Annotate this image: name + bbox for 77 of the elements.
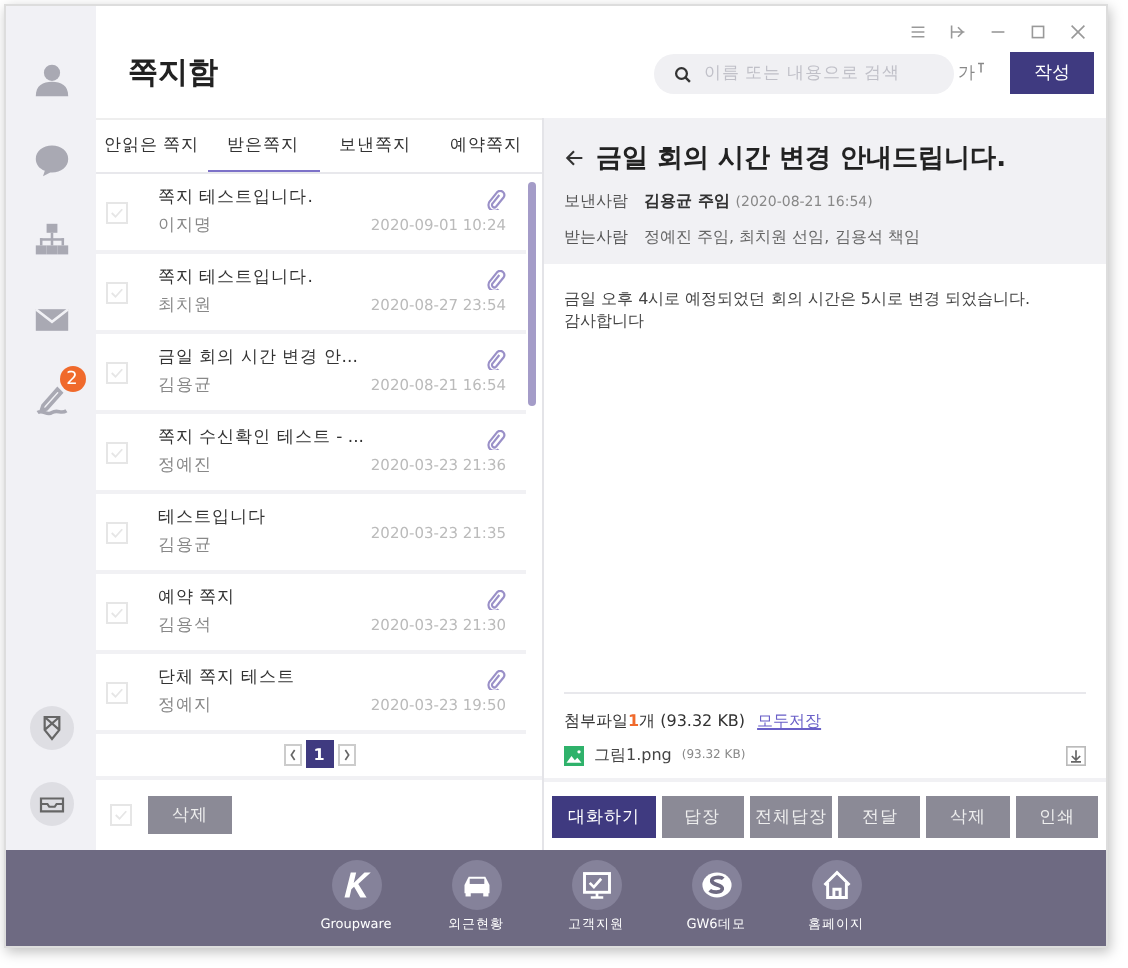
- previous-page-button[interactable]: [283, 743, 301, 765]
- tab[interactable]: 예약쪽지: [430, 120, 542, 172]
- shield-icon[interactable]: [29, 706, 73, 750]
- download-icon[interactable]: [1066, 745, 1086, 765]
- image-file-icon: [564, 745, 584, 765]
- tab[interactable]: 보낸쪽지: [319, 120, 431, 172]
- org-chart-icon[interactable]: [33, 222, 69, 258]
- pin-icon[interactable]: [950, 24, 966, 40]
- font-size-button[interactable]: 가: [958, 61, 986, 85]
- tab[interactable]: 안읽은 쪽지: [96, 120, 208, 172]
- monitor-icon[interactable]: [571, 860, 621, 910]
- letter-s-icon[interactable]: [691, 860, 741, 910]
- message-sender: 이지명: [158, 214, 214, 238]
- recipients-label: 받는사람: [564, 226, 628, 248]
- scrollbar-thumb[interactable]: [528, 182, 536, 406]
- maximize-icon[interactable]: [1030, 24, 1046, 40]
- message-subject: 쪽지 테스트입니다.: [158, 266, 315, 290]
- check-icon: [108, 363, 126, 381]
- chevron-left-icon: [287, 747, 297, 761]
- message-sender: 김용균: [158, 374, 214, 398]
- message-subject: 테스트입니다: [158, 506, 268, 530]
- checkbox[interactable]: [106, 281, 128, 303]
- check-icon: [108, 683, 126, 701]
- message-body-line: 금일 오후 4시로 예정되었던 회의 시간은 5시로 변경 되었습니다.: [564, 288, 1033, 311]
- attachment-label: 첨부파일: [564, 710, 628, 732]
- chat-icon[interactable]: [33, 142, 69, 178]
- tab[interactable]: 받은쪽지: [207, 120, 319, 172]
- check-icon: [108, 603, 126, 621]
- chevron-right-icon: [341, 747, 351, 761]
- home-icon[interactable]: [811, 860, 861, 910]
- check-icon: [112, 806, 130, 824]
- sender-label: 보낸사람: [564, 190, 628, 212]
- message-subject: 단체 쪽지 테스트: [158, 666, 297, 690]
- attachment-total: 개 (93.32 KB): [639, 710, 746, 732]
- message-sender: 정예진: [158, 454, 214, 478]
- notification-badge: 2: [59, 366, 85, 392]
- checkbox[interactable]: [106, 441, 128, 463]
- car-icon[interactable]: [451, 860, 501, 910]
- compose-button[interactable]: 작성: [1010, 52, 1094, 94]
- action-button[interactable]: 대화하기: [552, 796, 656, 838]
- signature-icon[interactable]: [33, 382, 69, 418]
- check-icon: [108, 523, 126, 541]
- inbox-icon[interactable]: [29, 782, 73, 826]
- message-subject: 쪽지 수신확인 테스트 - ...: [158, 426, 366, 450]
- recipients: 정예진 주임, 최치원 선임, 김용석 책임: [644, 226, 920, 248]
- checkbox[interactable]: [106, 521, 128, 543]
- superscript-t-icon: [976, 61, 986, 73]
- message-sender: 최치원: [158, 294, 214, 318]
- check-icon: [108, 443, 126, 461]
- check-icon: [108, 283, 126, 301]
- message-subject: 쪽지 테스트입니다.: [158, 186, 315, 210]
- close-icon[interactable]: [1070, 24, 1086, 40]
- file-name[interactable]: 그림1.png: [594, 744, 672, 766]
- save-all-link[interactable]: 모두저장: [757, 710, 822, 732]
- back-arrow-icon[interactable]: [564, 148, 584, 168]
- menu-icon[interactable]: [910, 24, 926, 40]
- message-subject: 금일 회의 시간 변경 안...: [158, 346, 360, 370]
- message-title: 금일 회의 시간 변경 안내드립니다.: [596, 142, 1007, 176]
- next-page-button[interactable]: [337, 743, 355, 765]
- message-subject: 예약 쪽지: [158, 586, 238, 610]
- search-icon: [674, 65, 692, 83]
- message-body-line: 감사합니다: [564, 310, 646, 333]
- check-icon: [108, 203, 126, 221]
- message-sender: 정예지: [158, 694, 214, 718]
- page-button[interactable]: 1: [305, 740, 333, 768]
- checkbox[interactable]: [106, 681, 128, 703]
- letter-k-icon[interactable]: [331, 860, 381, 910]
- message-sender: 김용석: [158, 614, 214, 638]
- page-title: 쪽지함: [128, 54, 220, 92]
- checkbox[interactable]: [106, 601, 128, 623]
- select-all-checkbox[interactable]: [110, 804, 132, 826]
- checkbox[interactable]: [106, 361, 128, 383]
- message-sender: 김용균: [158, 534, 214, 558]
- sender-name: 김용균 주임: [644, 190, 730, 212]
- checkbox[interactable]: [106, 201, 128, 223]
- person-icon[interactable]: [33, 62, 69, 98]
- attachment-count: 1: [628, 712, 640, 730]
